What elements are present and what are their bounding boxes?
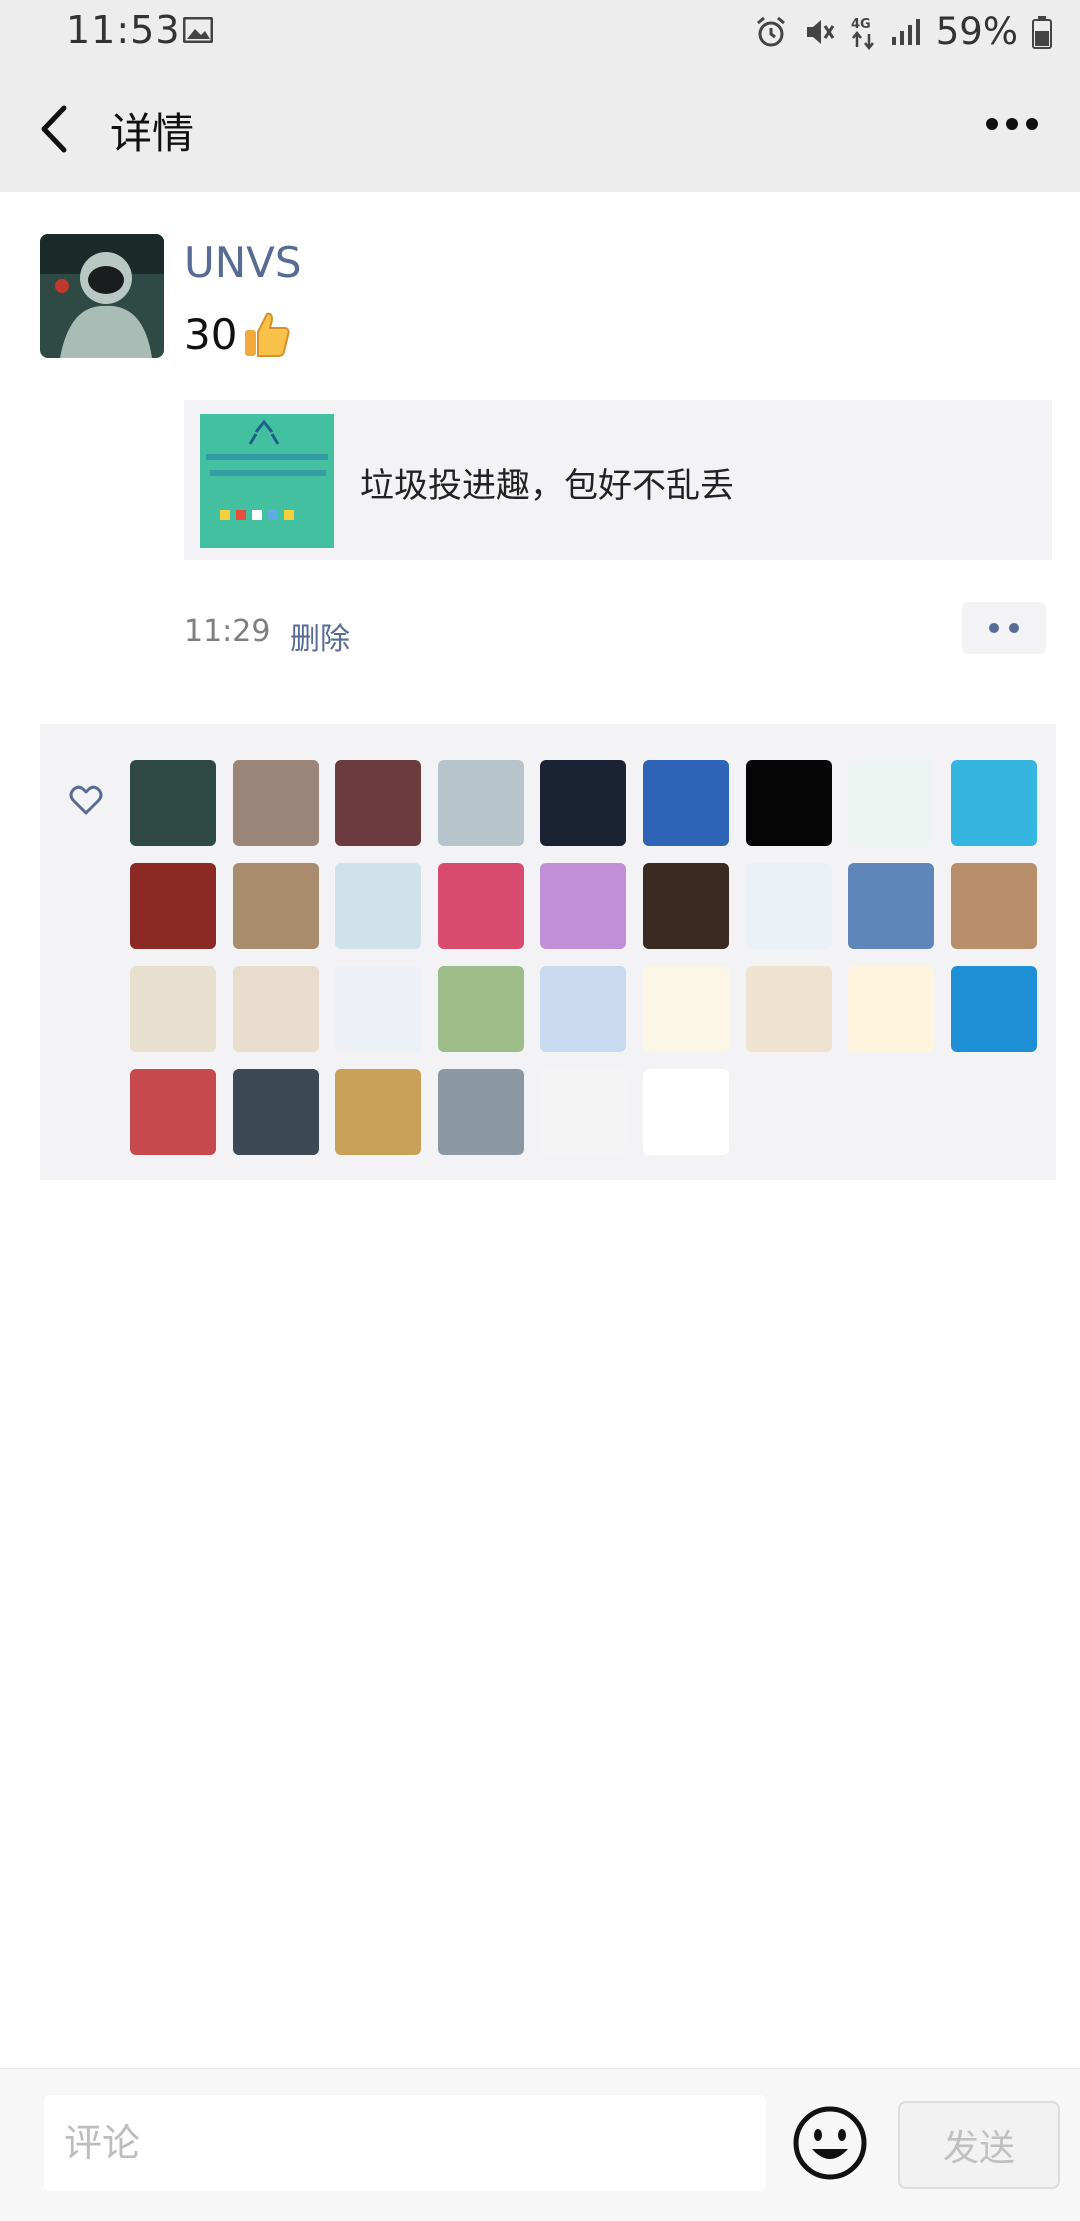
dot — [989, 623, 999, 633]
link-title: 垃圾投进趣，包好不乱丢 — [360, 466, 734, 506]
liker-avatar[interactable] — [745, 966, 832, 1052]
link-thumbnail — [200, 414, 334, 548]
liker-avatar[interactable] — [232, 1069, 319, 1155]
liker-avatar[interactable] — [130, 760, 216, 846]
liker-avatar[interactable] — [130, 863, 216, 949]
post-author-avatar[interactable] — [40, 234, 164, 358]
liker-avatar[interactable] — [540, 966, 627, 1052]
post-username[interactable]: UNVS — [184, 238, 302, 287]
post-time: 11:29 — [184, 614, 271, 649]
more-dots-icon[interactable] — [984, 116, 1040, 132]
thumbs-up-icon — [245, 312, 291, 357]
liker-avatar[interactable] — [335, 966, 422, 1052]
4g-icon: 4G — [851, 17, 874, 50]
svg-text:4G: 4G — [851, 17, 871, 32]
liker-avatar[interactable] — [848, 863, 935, 949]
liker-avatar[interactable] — [745, 863, 832, 949]
liker-avatar[interactable] — [950, 760, 1037, 846]
send-button[interactable]: 发送 — [898, 2101, 1060, 2189]
liker-avatar[interactable] — [540, 863, 627, 949]
nav-bar: 详情 — [0, 64, 1080, 192]
status-icons: 4G 59% — [754, 10, 1052, 53]
page-title: 详情 — [110, 109, 195, 158]
liker-avatar[interactable] — [335, 1069, 422, 1155]
likes-panel — [40, 724, 1056, 1180]
dot — [1009, 623, 1019, 633]
liker-avatar[interactable] — [232, 966, 319, 1052]
shared-link-card[interactable]: 垃圾投进趣，包好不乱丢 — [184, 400, 1052, 560]
liker-avatar[interactable] — [232, 863, 319, 949]
post-text: 30 — [184, 308, 293, 360]
liker-avatar[interactable] — [643, 863, 729, 949]
liker-avatar[interactable] — [540, 1069, 627, 1155]
status-bar: 11:53 4G 59% — [0, 0, 1080, 64]
liker-avatar[interactable] — [437, 760, 524, 846]
liker-avatar[interactable] — [848, 966, 935, 1052]
image-icon — [183, 17, 213, 43]
alarm-icon — [756, 16, 785, 46]
liker-avatar[interactable] — [540, 760, 627, 846]
comment-input[interactable] — [44, 2095, 766, 2191]
liker-avatar[interactable] — [643, 966, 729, 1052]
delete-link[interactable]: 删除 — [290, 614, 350, 658]
battery-icon — [1032, 15, 1052, 49]
comment-like-menu-button[interactable] — [962, 602, 1046, 654]
liker-avatar[interactable] — [437, 863, 524, 949]
post-text-content: 30 — [184, 309, 238, 359]
liker-avatar[interactable] — [745, 760, 832, 846]
liker-avatar[interactable] — [130, 966, 216, 1052]
astronaut-avatar-image — [40, 234, 164, 358]
smiley-icon[interactable] — [790, 2103, 870, 2183]
liker-avatar[interactable] — [130, 1069, 216, 1155]
liker-avatar[interactable] — [643, 1069, 729, 1155]
liker-avatar[interactable] — [335, 760, 422, 846]
signal-icon — [891, 18, 920, 45]
battery-percent: 59% — [935, 10, 1018, 53]
heart-icon — [69, 785, 103, 815]
back-arrow-icon[interactable] — [36, 104, 72, 154]
liker-avatar[interactable] — [232, 760, 319, 846]
liker-avatar[interactable] — [437, 966, 524, 1052]
mute-icon — [806, 19, 834, 44]
liker-avatar[interactable] — [950, 966, 1037, 1052]
comment-bar: 发送 — [0, 2068, 1080, 2221]
liker-avatar[interactable] — [643, 760, 729, 846]
liker-avatar[interactable] — [950, 863, 1037, 949]
status-time: 11:53 — [66, 8, 181, 52]
liker-avatar[interactable] — [335, 863, 422, 949]
liker-avatar[interactable] — [437, 1069, 524, 1155]
liker-avatar[interactable] — [848, 760, 935, 846]
